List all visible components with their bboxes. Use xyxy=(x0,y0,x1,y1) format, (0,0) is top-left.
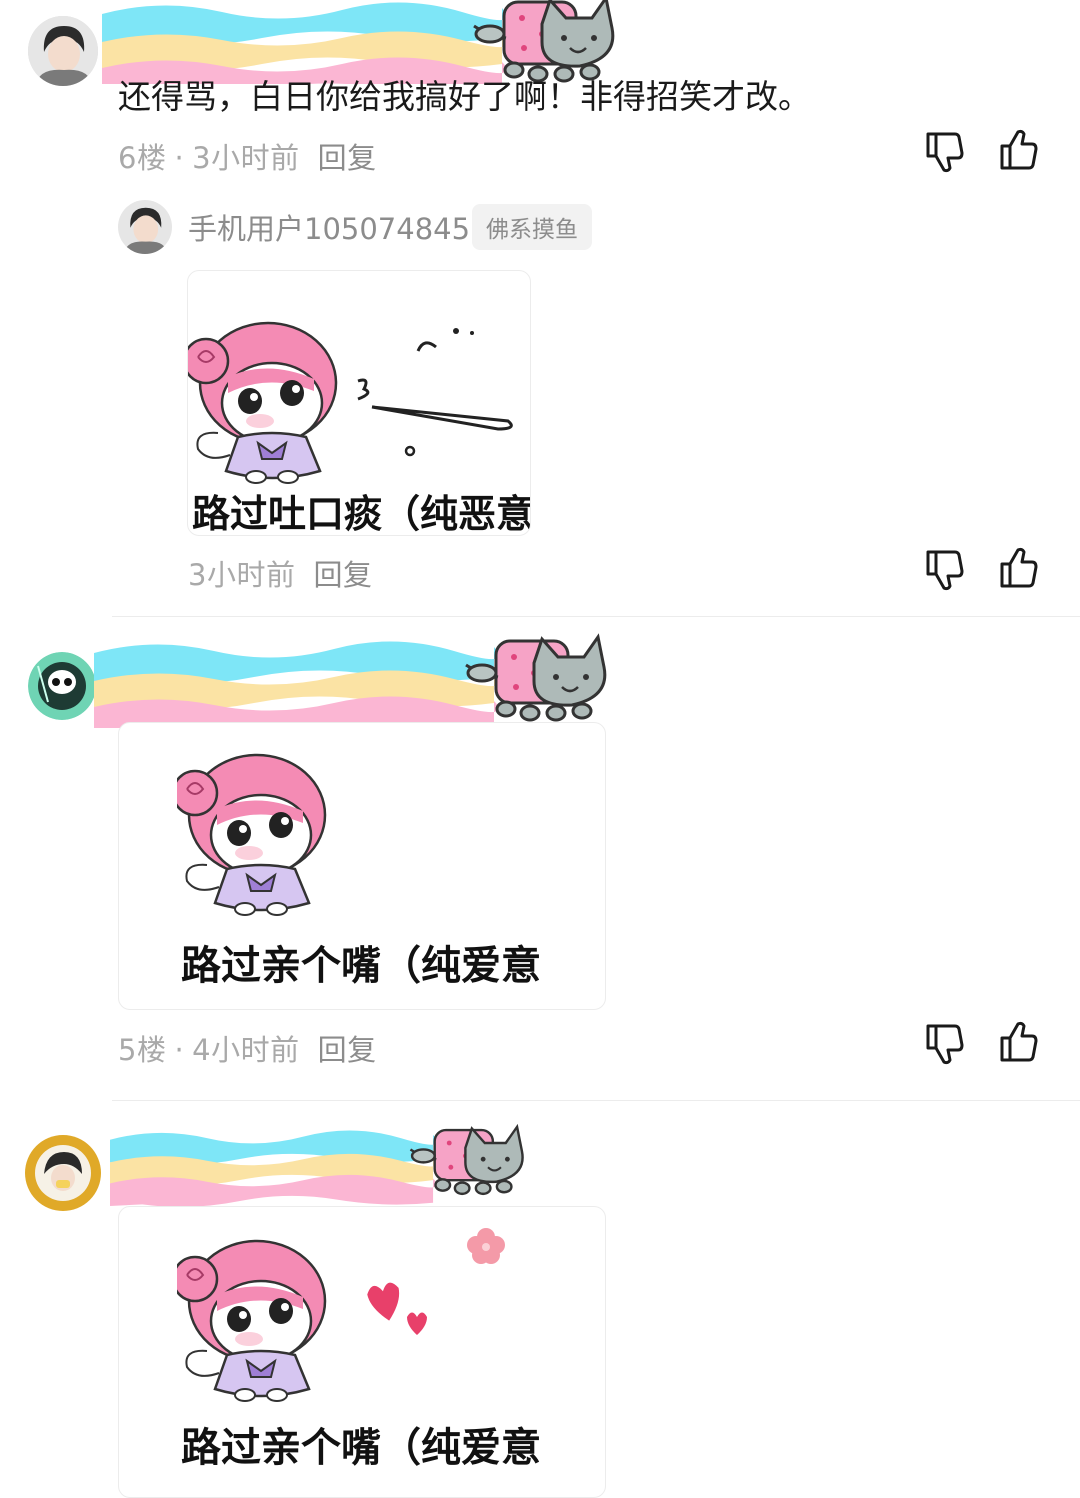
time-label: 3小时前 xyxy=(192,141,300,175)
nyan-cat-username-decoration xyxy=(94,635,607,728)
comment-text: 还得骂，白日你给我搞好了啊！非得招笑才改。 xyxy=(118,77,811,116)
thumbs-up-icon[interactable] xyxy=(996,546,1040,590)
avatar-panda-reaper-image xyxy=(28,652,96,720)
floor-label: 6楼 xyxy=(118,141,167,175)
thumbs-up-icon[interactable] xyxy=(996,1020,1040,1064)
reply-avatar[interactable] xyxy=(118,200,172,254)
chibi-girl-sticker xyxy=(188,321,338,485)
thumbs-down-icon[interactable] xyxy=(922,1022,966,1066)
thumbs-down-icon[interactable] xyxy=(922,130,966,174)
avatar-girl-gold-frame-image xyxy=(25,1135,101,1211)
hearts-decoration xyxy=(367,1282,427,1335)
reply-username[interactable]: 手机用户105074845 xyxy=(188,206,470,248)
sticker-image[interactable]: 路过亲个嘴（纯爱意 xyxy=(118,722,606,1010)
reply-button[interactable]: 回复 xyxy=(313,558,372,592)
time-label: 4小时前 xyxy=(192,1033,300,1067)
commenter-avatar[interactable] xyxy=(28,652,96,720)
thumbs-down-icon[interactable] xyxy=(922,548,966,592)
reply-button[interactable]: 回复 xyxy=(318,1033,377,1067)
commenter-avatar[interactable] xyxy=(24,1134,102,1212)
avatar-boy-image xyxy=(118,200,172,254)
time-label: 3小时前 xyxy=(188,558,296,592)
user-badge: 佛系摸鱼 xyxy=(472,204,592,250)
comment-divider xyxy=(112,1100,1080,1101)
reply-button[interactable]: 回复 xyxy=(318,141,377,175)
sticker-caption: 路过亲个嘴（纯爱意 xyxy=(181,1425,541,1471)
sticker-image[interactable]: 路过吐口痰（纯恶意 xyxy=(187,270,531,536)
flower-decoration xyxy=(467,1228,505,1264)
spit-motion-lines xyxy=(357,328,513,457)
sticker-image[interactable]: 路过亲个嘴（纯爱意 xyxy=(118,1206,606,1498)
chibi-girl-sticker xyxy=(177,1239,327,1403)
comment-meta: 5楼 · 4小时前 回复 xyxy=(118,1033,377,1067)
sticker-caption: 路过吐口痰（纯恶意 xyxy=(192,492,531,536)
sticker-caption: 路过亲个嘴（纯爱意 xyxy=(181,943,541,989)
floor-label: 5楼 xyxy=(118,1033,167,1067)
comment-meta: 6楼 · 3小时前 回复 xyxy=(118,141,377,175)
reply-meta: 3小时前 回复 xyxy=(188,552,372,594)
thumbs-up-icon[interactable] xyxy=(996,128,1040,172)
comment-divider xyxy=(112,616,1080,617)
commenter-avatar[interactable] xyxy=(28,16,98,86)
chibi-girl-sticker xyxy=(177,753,327,917)
avatar-boy-image xyxy=(28,16,98,86)
